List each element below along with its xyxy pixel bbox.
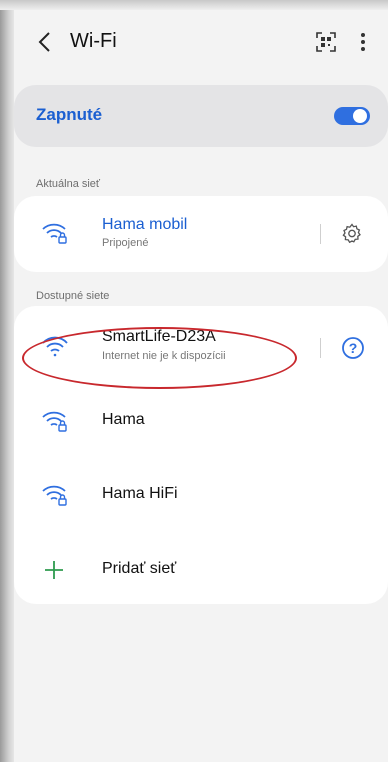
wifi-switch[interactable] (334, 107, 370, 125)
current-network-card: Hama mobil Pripojené (14, 196, 388, 272)
row-divider (320, 338, 321, 358)
add-network-row[interactable]: Pridať sieť (14, 540, 388, 600)
app-header: Wi-Fi (14, 10, 388, 72)
help-icon[interactable]: ? (341, 336, 365, 360)
network-name: Hama HiFi (102, 485, 178, 502)
more-vertical-icon[interactable] (358, 30, 368, 54)
network-row-smartlife[interactable]: SmartLife-D23A Internet nie je k dispozí… (14, 318, 388, 378)
device-bezel-top (0, 0, 388, 10)
row-divider (320, 224, 321, 244)
network-status: Internet nie je k dispozícii (102, 350, 226, 362)
plus-icon (45, 561, 63, 579)
network-row-hama[interactable]: Hama (14, 392, 388, 452)
switch-knob (353, 109, 367, 123)
current-network-status: Pripojené (102, 237, 149, 249)
svg-text:?: ? (349, 340, 358, 356)
current-network-row[interactable]: Hama mobil Pripojené (14, 204, 388, 264)
device-bezel-left (0, 0, 14, 762)
add-network-label: Pridať sieť (102, 560, 177, 577)
available-networks-card: SmartLife-D23A Internet nie je k dispozí… (14, 306, 388, 604)
page-title: Wi-Fi (70, 30, 117, 52)
wifi-lock-icon (42, 223, 67, 244)
network-name: Hama (102, 411, 145, 428)
wifi-toggle-label: Zapnuté (36, 105, 103, 124)
wifi-lock-icon (42, 485, 67, 506)
current-network-section-label: Aktuálna sieť (36, 178, 101, 190)
wifi-lock-icon (42, 411, 67, 432)
network-row-hama-hifi[interactable]: Hama HiFi (14, 466, 388, 526)
chevron-left-icon[interactable] (36, 30, 54, 54)
wifi-toggle-row[interactable]: Zapnuté (14, 85, 388, 147)
available-networks-section-label: Dostupné siete (36, 290, 110, 302)
wifi-icon (42, 336, 68, 357)
current-network-name: Hama mobil (102, 216, 188, 233)
wifi-settings-screen: Wi-Fi Zapnuté Aktuálna sieť Hama mobil P… (14, 10, 388, 762)
network-name: SmartLife-D23A (102, 328, 216, 345)
gear-icon[interactable] (340, 222, 364, 246)
qr-scan-icon[interactable] (315, 31, 337, 53)
